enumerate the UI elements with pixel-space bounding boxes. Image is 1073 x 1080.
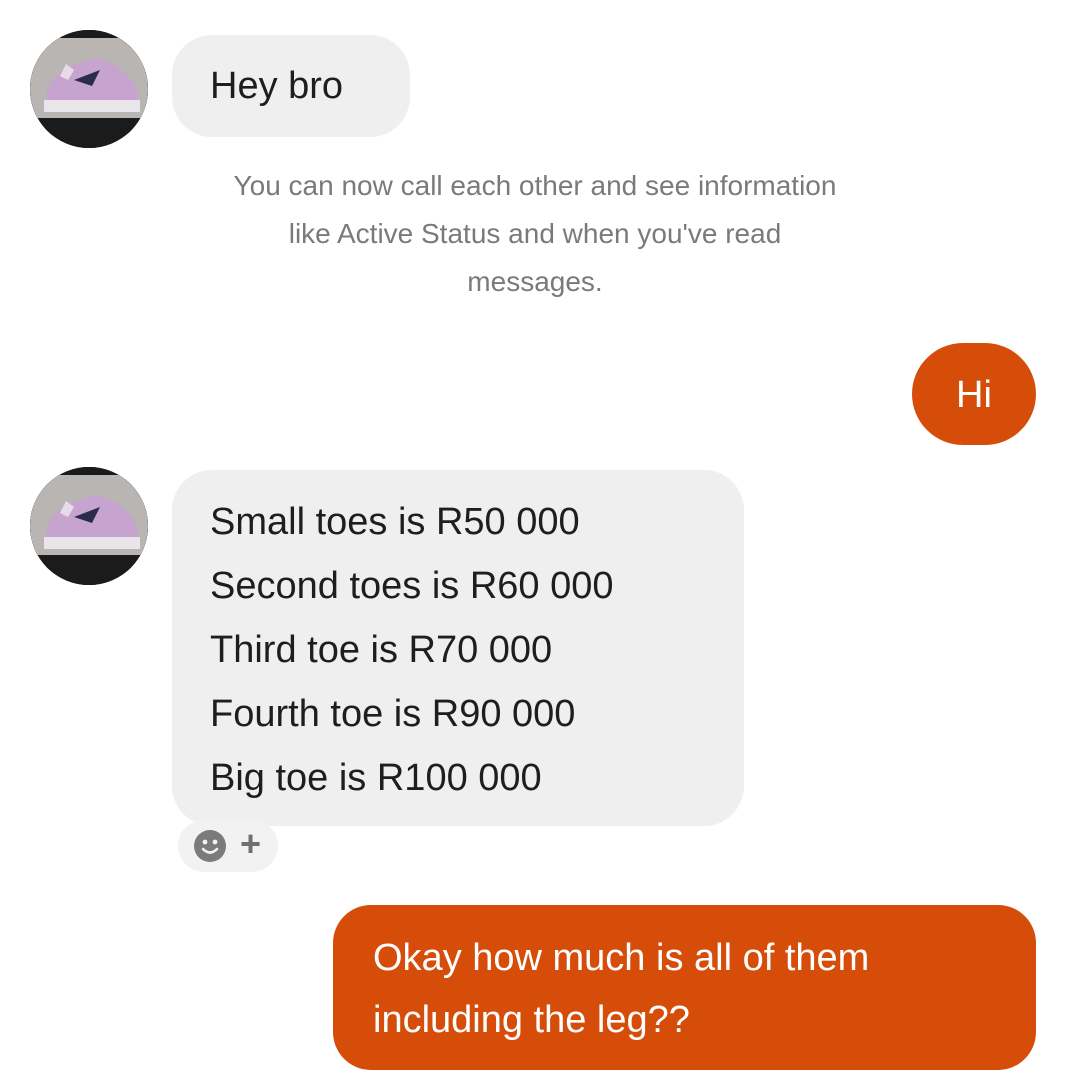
message-text: Hi — [956, 374, 992, 416]
message-line: Small toes is R50 000 — [210, 501, 580, 543]
system-notice-line: You can now call each other and see info… — [233, 170, 837, 201]
message-bubble-incoming[interactable]: Small toes is R50 000 Second toes is R60… — [172, 470, 744, 826]
system-notice-line: messages. — [467, 266, 603, 297]
message-line: Second toes is R60 000 — [210, 565, 614, 607]
message-line: Fourth toe is R90 000 — [210, 693, 576, 735]
plus-icon: + — [240, 823, 262, 864]
message-bubble-incoming[interactable]: Hey bro — [172, 35, 410, 137]
avatar[interactable] — [30, 467, 148, 585]
message-text-block: Okay how much is all of them including t… — [373, 927, 869, 1051]
sneaker-avatar-icon — [30, 467, 148, 585]
system-notice-line: like Active Status and when you've read — [288, 218, 782, 249]
message-line: Third toe is R70 000 — [210, 629, 553, 671]
smiley-face-icon — [194, 830, 226, 862]
message-line: Okay how much is all of them — [373, 937, 870, 979]
message-bubble-outgoing[interactable]: Hi — [912, 343, 1036, 445]
add-reaction-button[interactable]: + — [178, 820, 278, 872]
avatar[interactable] — [30, 30, 148, 148]
message-bubble-outgoing[interactable]: Okay how much is all of them including t… — [333, 905, 1036, 1070]
message-text-block: Small toes is R50 000 Second toes is R60… — [210, 490, 614, 810]
sneaker-avatar-icon — [30, 30, 148, 148]
system-notice: You can now call each other and see info… — [130, 162, 940, 306]
message-line: Big toe is R100 000 — [210, 757, 542, 799]
message-text: Hey bro — [210, 65, 344, 107]
message-line: including the leg?? — [373, 999, 690, 1041]
